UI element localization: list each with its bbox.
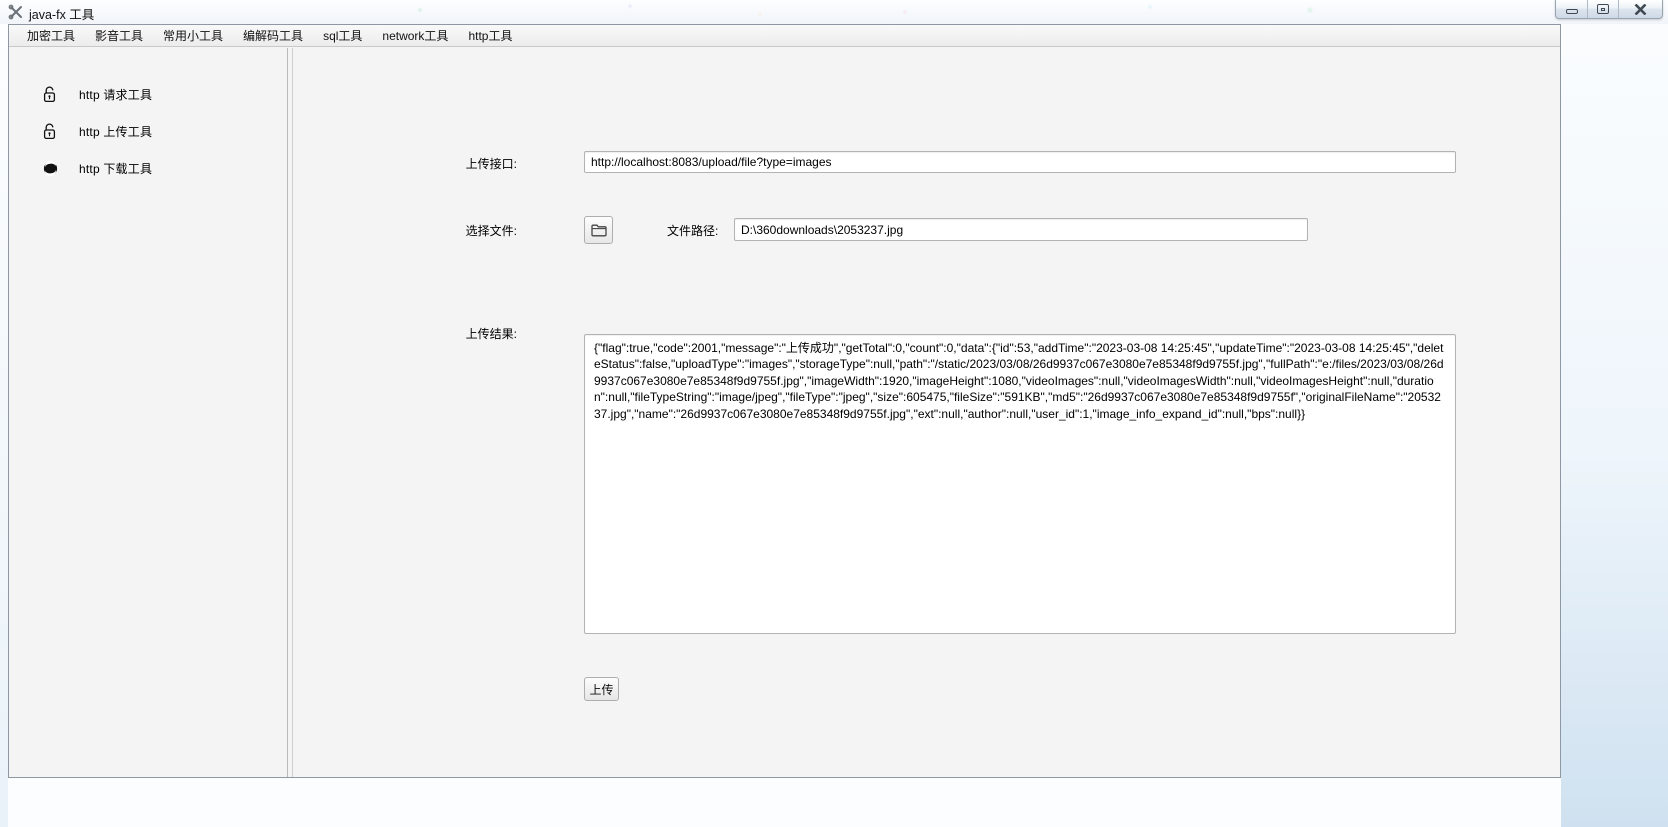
lock-icon [43,122,59,140]
upload-result-label: 上传结果: [441,325,517,342]
sidebar-item-label: http 请求工具 [79,86,152,103]
tools-app-icon [8,4,24,20]
main-area: http 请求工具 http 上传工具 [9,48,1560,777]
download-circle-icon [43,159,59,177]
browse-folder-button[interactable] [584,216,613,244]
upload-result-textarea[interactable]: {"flag":true,"code":2001,"message":"上传成功… [584,334,1456,634]
lock-icon [43,85,59,103]
window-title: java-fx 工具 [29,4,94,23]
upload-tool-panel: 上传接口: 选择文件: 文件路径: 上传结果: {"flag":true,"co… [293,48,1560,777]
window-controls [1555,0,1663,19]
app-window: 加密工具 影音工具 常用小工具 编解码工具 sql工具 network工具 ht… [8,24,1561,778]
desktop-background-left [0,0,8,827]
menu-media-tools[interactable]: 影音工具 [85,25,153,46]
menu-http-tools[interactable]: http工具 [458,25,522,46]
menu-encrypt-tools[interactable]: 加密工具 [17,25,85,46]
sidebar-item-label: http 下载工具 [79,160,152,177]
folder-icon [591,224,607,237]
file-path-input[interactable] [734,218,1308,241]
upload-button[interactable]: 上传 [584,677,619,701]
close-button[interactable] [1618,0,1662,18]
menu-sql-tools[interactable]: sql工具 [313,25,372,46]
minimize-icon [1566,9,1578,14]
menu-codec-tools[interactable]: 编解码工具 [233,25,313,46]
menu-bar: 加密工具 影音工具 常用小工具 编解码工具 sql工具 network工具 ht… [9,25,1560,47]
sidebar-item-label: http 上传工具 [79,123,152,140]
desktop-background-right [1561,0,1668,827]
sidebar-item-http-download[interactable]: http 下载工具 [9,154,287,182]
minimize-button[interactable] [1556,0,1587,18]
close-icon [1634,4,1647,15]
maximize-icon [1597,4,1609,14]
title-bar: java-fx 工具 [0,0,1668,24]
maximize-button[interactable] [1587,0,1618,18]
file-path-label: 文件路径: [667,222,718,239]
upload-api-input[interactable] [584,151,1456,173]
upload-api-label: 上传接口: [441,155,517,172]
sidebar-item-http-request[interactable]: http 请求工具 [9,80,287,108]
menu-network-tools[interactable]: network工具 [372,25,458,46]
menu-common-tools[interactable]: 常用小工具 [153,25,233,46]
sidebar: http 请求工具 http 上传工具 [9,48,287,777]
select-file-label: 选择文件: [441,222,517,239]
sidebar-item-http-upload[interactable]: http 上传工具 [9,117,287,145]
